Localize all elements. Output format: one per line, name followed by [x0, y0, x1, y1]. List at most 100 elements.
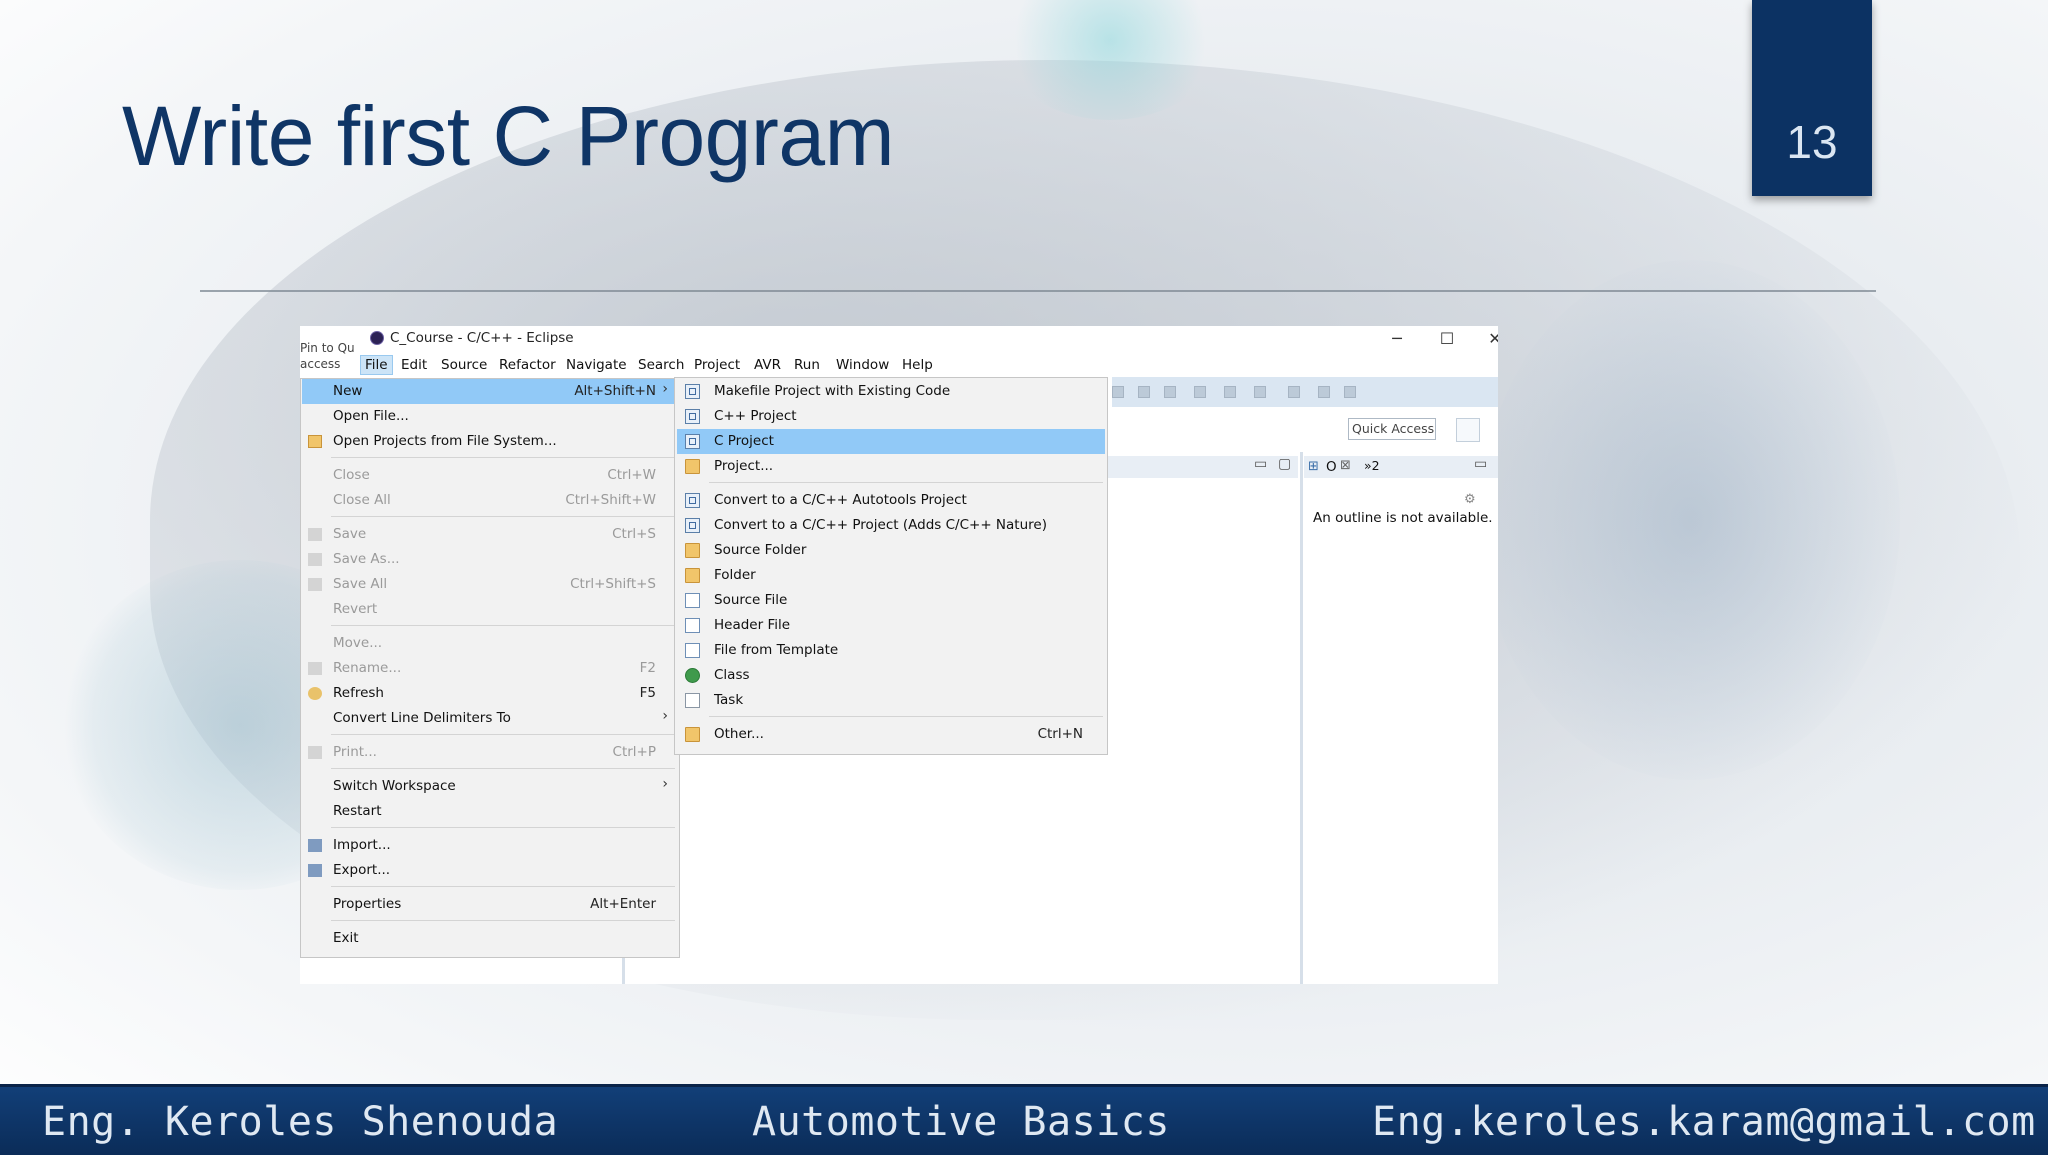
menu-separator [331, 827, 675, 828]
toolbar-icon[interactable] [1164, 386, 1176, 398]
save-all-icon [308, 578, 322, 591]
submenu-item-file-from-template[interactable]: File from Template [677, 638, 1105, 663]
menu-item-label: Close [333, 467, 370, 483]
page-number: 13 [1786, 116, 1838, 168]
menu-window[interactable]: Window [832, 356, 893, 374]
menu-separator [331, 768, 675, 769]
menu-separator [331, 457, 675, 458]
title-divider [200, 290, 1876, 292]
submenu-item-label: File from Template [714, 642, 839, 658]
menu-item-restart[interactable]: Restart [302, 799, 678, 824]
menu-search[interactable]: Search [634, 356, 688, 374]
close-tab-icon[interactable]: ⊠ [1340, 458, 1351, 473]
submenu-item-class[interactable]: Class [677, 663, 1105, 688]
submenu-item-label: Source Folder [714, 542, 807, 558]
toolbar-icon[interactable] [1254, 386, 1266, 398]
submenu-item-makefile-project[interactable]: Makefile Project with Existing Code [677, 379, 1105, 404]
submenu-item-c-project[interactable]: C Project [677, 429, 1105, 454]
minimize-panel-icon[interactable]: ▭ [1474, 456, 1487, 472]
submenu-item-project[interactable]: Project... [677, 454, 1105, 479]
submenu-arrow-icon: › [662, 381, 668, 397]
submenu-item-folder[interactable]: Folder [677, 563, 1105, 588]
folder-icon [685, 459, 700, 474]
menu-separator [331, 625, 675, 626]
prev-arrow-icon[interactable] [1318, 386, 1330, 398]
menu-item-save-all[interactable]: Save All Ctrl+Shift+S [302, 572, 678, 597]
menu-file[interactable]: File [360, 355, 393, 375]
menu-item-label: Rename... [333, 660, 402, 676]
menu-item-label: Print... [333, 744, 377, 760]
close-button[interactable]: ✕ [1472, 326, 1498, 352]
menu-item-open-projects[interactable]: Open Projects from File System... [302, 429, 678, 454]
submenu-item-other[interactable]: Other... Ctrl+N [677, 722, 1105, 747]
menu-item-rename[interactable]: Rename... F2 [302, 656, 678, 681]
outline-tab[interactable]: O [1326, 459, 1337, 475]
footer-email: Eng.keroles.karam@gmail.com [1372, 1099, 2036, 1145]
maximize-button[interactable]: ☐ [1424, 326, 1470, 352]
footer-author: Eng. Keroles Shenouda [42, 1099, 559, 1145]
new-submenu: Makefile Project with Existing Code C++ … [674, 377, 1108, 755]
project-icon [685, 493, 700, 508]
next-arrow-icon[interactable] [1344, 386, 1356, 398]
menu-item-import[interactable]: Import... [302, 833, 678, 858]
menu-bar: File Edit Source Refactor Navigate Searc… [300, 353, 1498, 377]
menu-item-exit[interactable]: Exit [302, 926, 678, 951]
minimize-panel-icon[interactable]: ▭ [1254, 456, 1267, 472]
menu-item-save[interactable]: Save Ctrl+S [302, 522, 678, 547]
menu-item-label: Open File... [333, 408, 409, 424]
menu-item-convert-line-delimiters[interactable]: Convert Line Delimiters To › [302, 706, 678, 731]
menu-project[interactable]: Project [690, 356, 744, 374]
submenu-item-label: Task [714, 692, 744, 708]
save-as-icon [308, 553, 322, 566]
menu-separator [331, 516, 675, 517]
menu-help[interactable]: Help [898, 356, 937, 374]
menu-item-move[interactable]: Move... [302, 631, 678, 656]
menu-item-shortcut: Alt+Enter [590, 896, 656, 912]
minimize-button[interactable]: ─ [1374, 326, 1420, 352]
submenu-item-task[interactable]: Task [677, 688, 1105, 713]
submenu-item-source-folder[interactable]: Source Folder [677, 538, 1105, 563]
submenu-arrow-icon: › [662, 708, 668, 724]
submenu-item-source-file[interactable]: Source File [677, 588, 1105, 613]
menu-item-properties[interactable]: Properties Alt+Enter [302, 892, 678, 917]
menu-avr[interactable]: AVR [750, 356, 785, 374]
menu-item-switch-workspace[interactable]: Switch Workspace › [302, 774, 678, 799]
toolbar-icon[interactable] [1138, 386, 1150, 398]
folder-icon [685, 568, 700, 583]
submenu-item-cpp-project[interactable]: C++ Project [677, 404, 1105, 429]
project-icon [685, 518, 700, 533]
quick-access-input[interactable]: Quick Access [1348, 418, 1436, 440]
page-number-badge: 13 [1752, 0, 1872, 196]
menu-refactor[interactable]: Refactor [495, 356, 560, 374]
menu-item-export[interactable]: Export... [302, 858, 678, 883]
menu-item-new[interactable]: New Alt+Shift+N › [302, 379, 678, 404]
export-icon [308, 864, 322, 877]
toolbar-icon[interactable] [1224, 386, 1236, 398]
menu-item-shortcut: F5 [639, 685, 656, 701]
menu-item-revert[interactable]: Revert [302, 597, 678, 622]
source-folder-icon [685, 543, 700, 558]
menu-run[interactable]: Run [790, 356, 824, 374]
submenu-item-convert-cpp-nature[interactable]: Convert to a C/C++ Project (Adds C/C++ N… [677, 513, 1105, 538]
menu-separator [709, 716, 1103, 717]
menu-item-save-as[interactable]: Save As... [302, 547, 678, 572]
slide-footer: Eng. Keroles Shenouda Automotive Basics … [0, 1084, 2048, 1155]
menu-item-print[interactable]: Print... Ctrl+P [302, 740, 678, 765]
toolbar-icon[interactable] [1112, 386, 1124, 398]
maximize-panel-icon[interactable]: ▢ [1278, 456, 1291, 472]
toolbar-icon[interactable] [1194, 386, 1206, 398]
menu-edit[interactable]: Edit [397, 356, 431, 374]
menu-item-refresh[interactable]: Refresh F5 [302, 681, 678, 706]
menu-item-open-file[interactable]: Open File... [302, 404, 678, 429]
open-perspective-button[interactable] [1456, 418, 1480, 442]
submenu-item-convert-autotools[interactable]: Convert to a C/C++ Autotools Project [677, 488, 1105, 513]
menu-item-close-all[interactable]: Close All Ctrl+Shift+W [302, 488, 678, 513]
menu-item-close[interactable]: Close Ctrl+W [302, 463, 678, 488]
more-views[interactable]: »2 [1364, 458, 1380, 473]
menu-source[interactable]: Source [437, 356, 491, 374]
submenu-item-header-file[interactable]: Header File [677, 613, 1105, 638]
menu-item-shortcut: F2 [639, 660, 656, 676]
menu-navigate[interactable]: Navigate [562, 356, 631, 374]
submenu-item-label: C Project [714, 433, 774, 449]
back-arrow-icon[interactable] [1288, 386, 1300, 398]
